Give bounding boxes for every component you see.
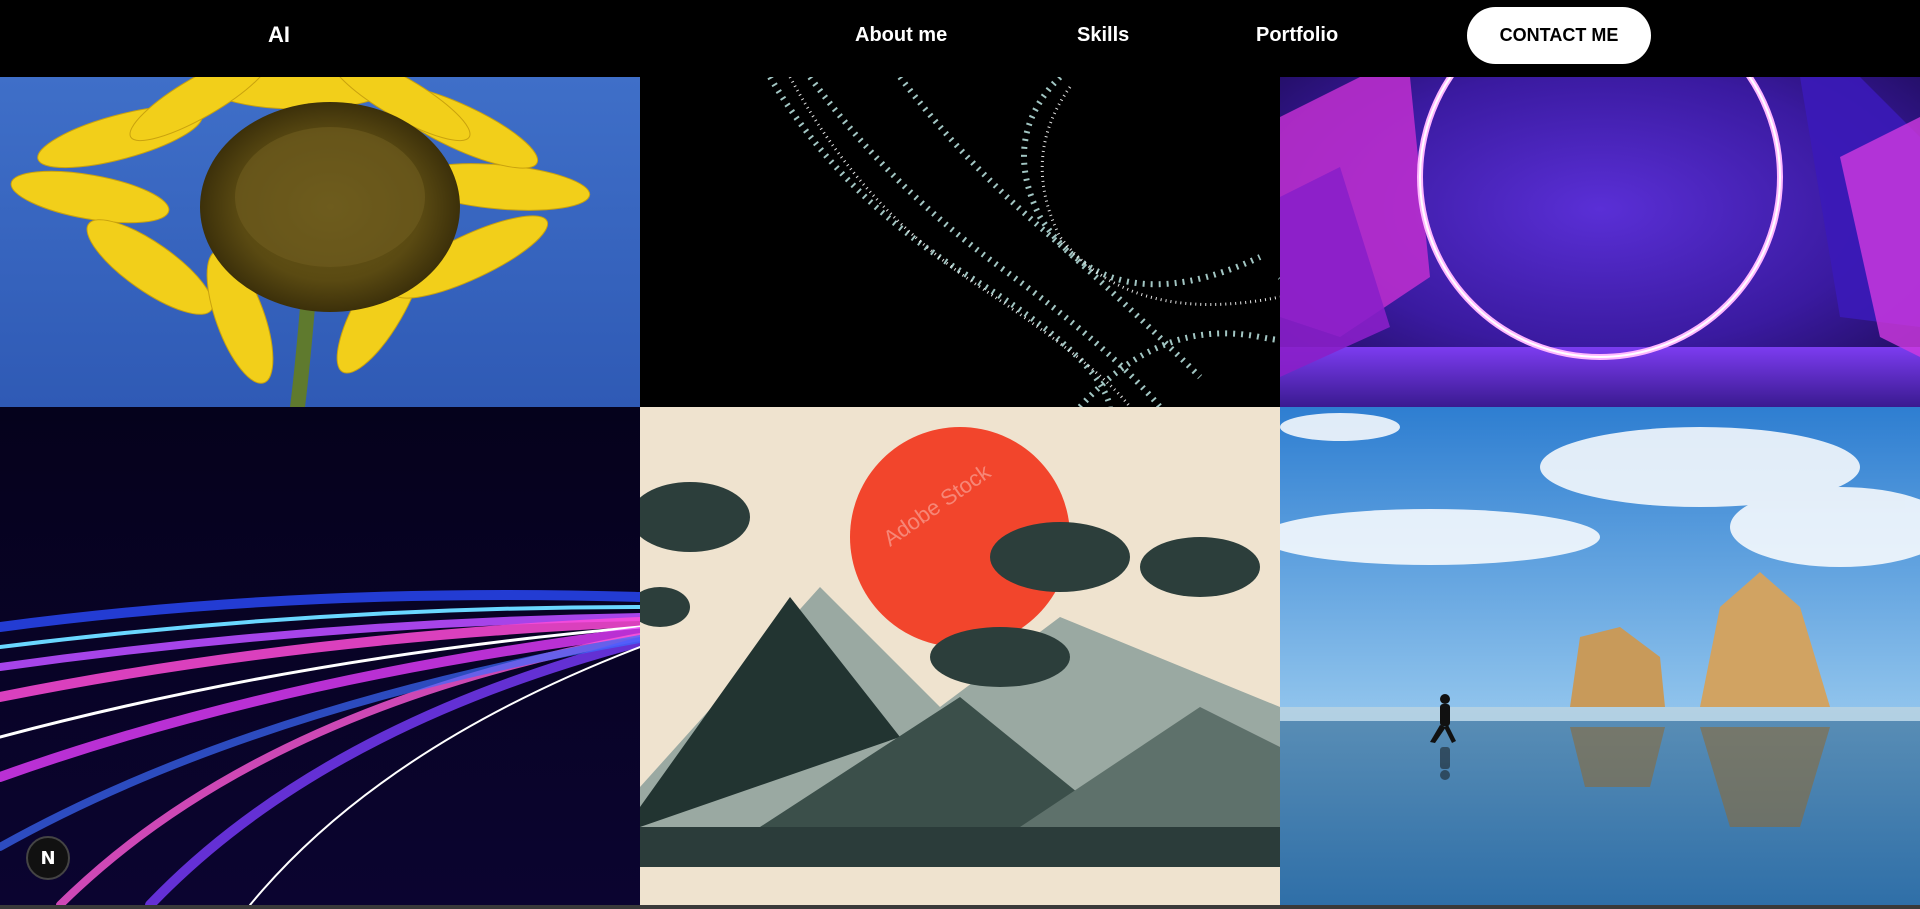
nav-link-about[interactable]: About me <box>855 24 947 47</box>
beach-runner-picture <box>1280 407 1920 905</box>
gallery-image-mountains-sun[interactable]: Adobe Stock <box>640 407 1280 905</box>
nextjs-logo-icon: N <box>40 847 56 869</box>
nav-link-portfolio[interactable]: Portfolio <box>1256 24 1338 47</box>
light-streaks-picture <box>0 407 640 905</box>
nav-link-skills[interactable]: Skills <box>1077 24 1129 47</box>
nextjs-dev-badge[interactable]: N <box>26 836 70 880</box>
navbar: AI About me Skills Portfolio CONTACT ME <box>0 0 1920 77</box>
bottom-scroll-strip <box>0 905 1920 909</box>
image-gallery: Adobe Stock <box>0 77 1920 905</box>
gallery-image-beach[interactable] <box>1280 407 1920 905</box>
gallery-image-sunflower[interactable] <box>0 77 640 407</box>
contact-me-button[interactable]: CONTACT ME <box>1467 7 1651 64</box>
particle-swirl-picture <box>640 77 1280 407</box>
mountains-sun-picture: Adobe Stock <box>640 407 1280 905</box>
neon-ring-picture <box>1280 77 1920 407</box>
logo-link[interactable]: AI <box>268 22 290 48</box>
gallery-image-light-streaks[interactable] <box>0 407 640 905</box>
gallery-image-neon-ring[interactable] <box>1280 77 1920 407</box>
sunflower-picture <box>0 77 640 407</box>
gallery-image-particles[interactable] <box>640 77 1280 407</box>
